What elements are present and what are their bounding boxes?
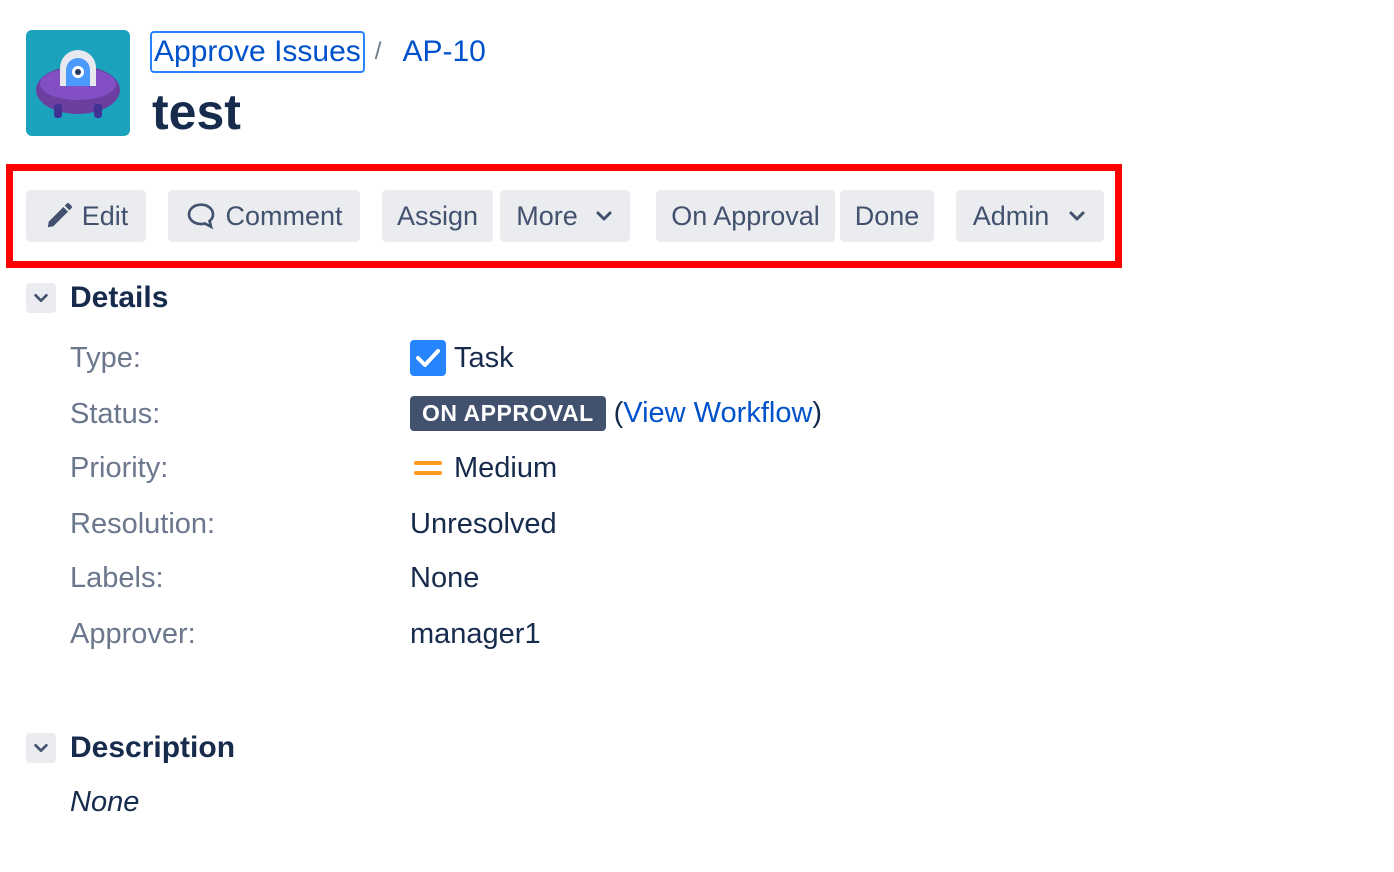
status-value: ON APPROVAL ( View Workflow ) [410, 396, 822, 431]
resolution-label: Resolution: [70, 508, 216, 540]
approver-value: manager1 [410, 618, 541, 650]
type-value-text: Task [454, 341, 514, 374]
assign-button-label: Assign [396, 200, 479, 231]
more-button-label: More [516, 200, 578, 231]
done-transition-button[interactable]: Done [840, 190, 934, 242]
workflow-open-paren: ( [613, 397, 624, 429]
priority-medium-icon [414, 461, 442, 475]
labels-value[interactable]: None [410, 562, 479, 595]
breadcrumb-separator: / [374, 38, 382, 65]
labels-label: Labels: [70, 562, 164, 594]
description-value[interactable]: None [70, 786, 139, 819]
admin-dropdown-button[interactable]: Admin [956, 190, 1104, 242]
more-dropdown-button[interactable]: More [500, 190, 630, 242]
priority-label: Priority: [70, 452, 169, 484]
view-workflow-link[interactable]: View Workflow [623, 397, 812, 430]
project-avatar[interactable] [26, 30, 130, 136]
status-lozenge: ON APPROVAL [410, 396, 606, 431]
on-approval-button-label: On Approval [671, 200, 820, 231]
task-checkbox-icon [410, 340, 446, 376]
breadcrumb-project-link[interactable]: Approve Issues [150, 31, 365, 73]
pencil-icon [47, 203, 72, 228]
resolution-value: Unresolved [410, 508, 557, 540]
breadcrumb-issue-key-link[interactable]: AP-10 [399, 33, 488, 71]
priority-value: Medium [410, 450, 557, 486]
admin-button-label: Admin [972, 200, 1050, 231]
edit-button[interactable]: Edit [26, 190, 146, 242]
details-heading: Details [70, 281, 169, 314]
type-value: Task [410, 340, 514, 376]
on-approval-transition-button[interactable]: On Approval [656, 190, 835, 242]
approver-label: Approver: [70, 618, 196, 650]
chevron-down-icon [1069, 211, 1085, 221]
chevron-down-icon [34, 743, 48, 753]
chevron-down-icon [596, 211, 612, 221]
comment-button-label: Comment [225, 200, 343, 231]
edit-button-label: Edit [81, 200, 129, 231]
chevron-down-icon [34, 293, 48, 303]
comment-button[interactable]: Comment [168, 190, 360, 242]
workflow-close-paren: ) [812, 397, 823, 429]
speech-bubble-icon [188, 203, 215, 230]
ufo-avatar-icon [36, 50, 120, 118]
issue-view-page: Approve Issues / AP-10 test Edit Comment… [0, 0, 1394, 872]
status-label: Status: [70, 398, 161, 430]
assign-button[interactable]: Assign [382, 190, 493, 242]
priority-value-text: Medium [454, 451, 558, 484]
type-label: Type: [70, 342, 141, 374]
issue-title[interactable]: test [152, 80, 241, 144]
breadcrumb: Approve Issues / AP-10 [150, 31, 489, 73]
description-section-toggle[interactable] [26, 733, 56, 763]
done-button-label: Done [854, 200, 920, 231]
description-heading: Description [70, 731, 236, 764]
details-section-toggle[interactable] [26, 283, 56, 313]
